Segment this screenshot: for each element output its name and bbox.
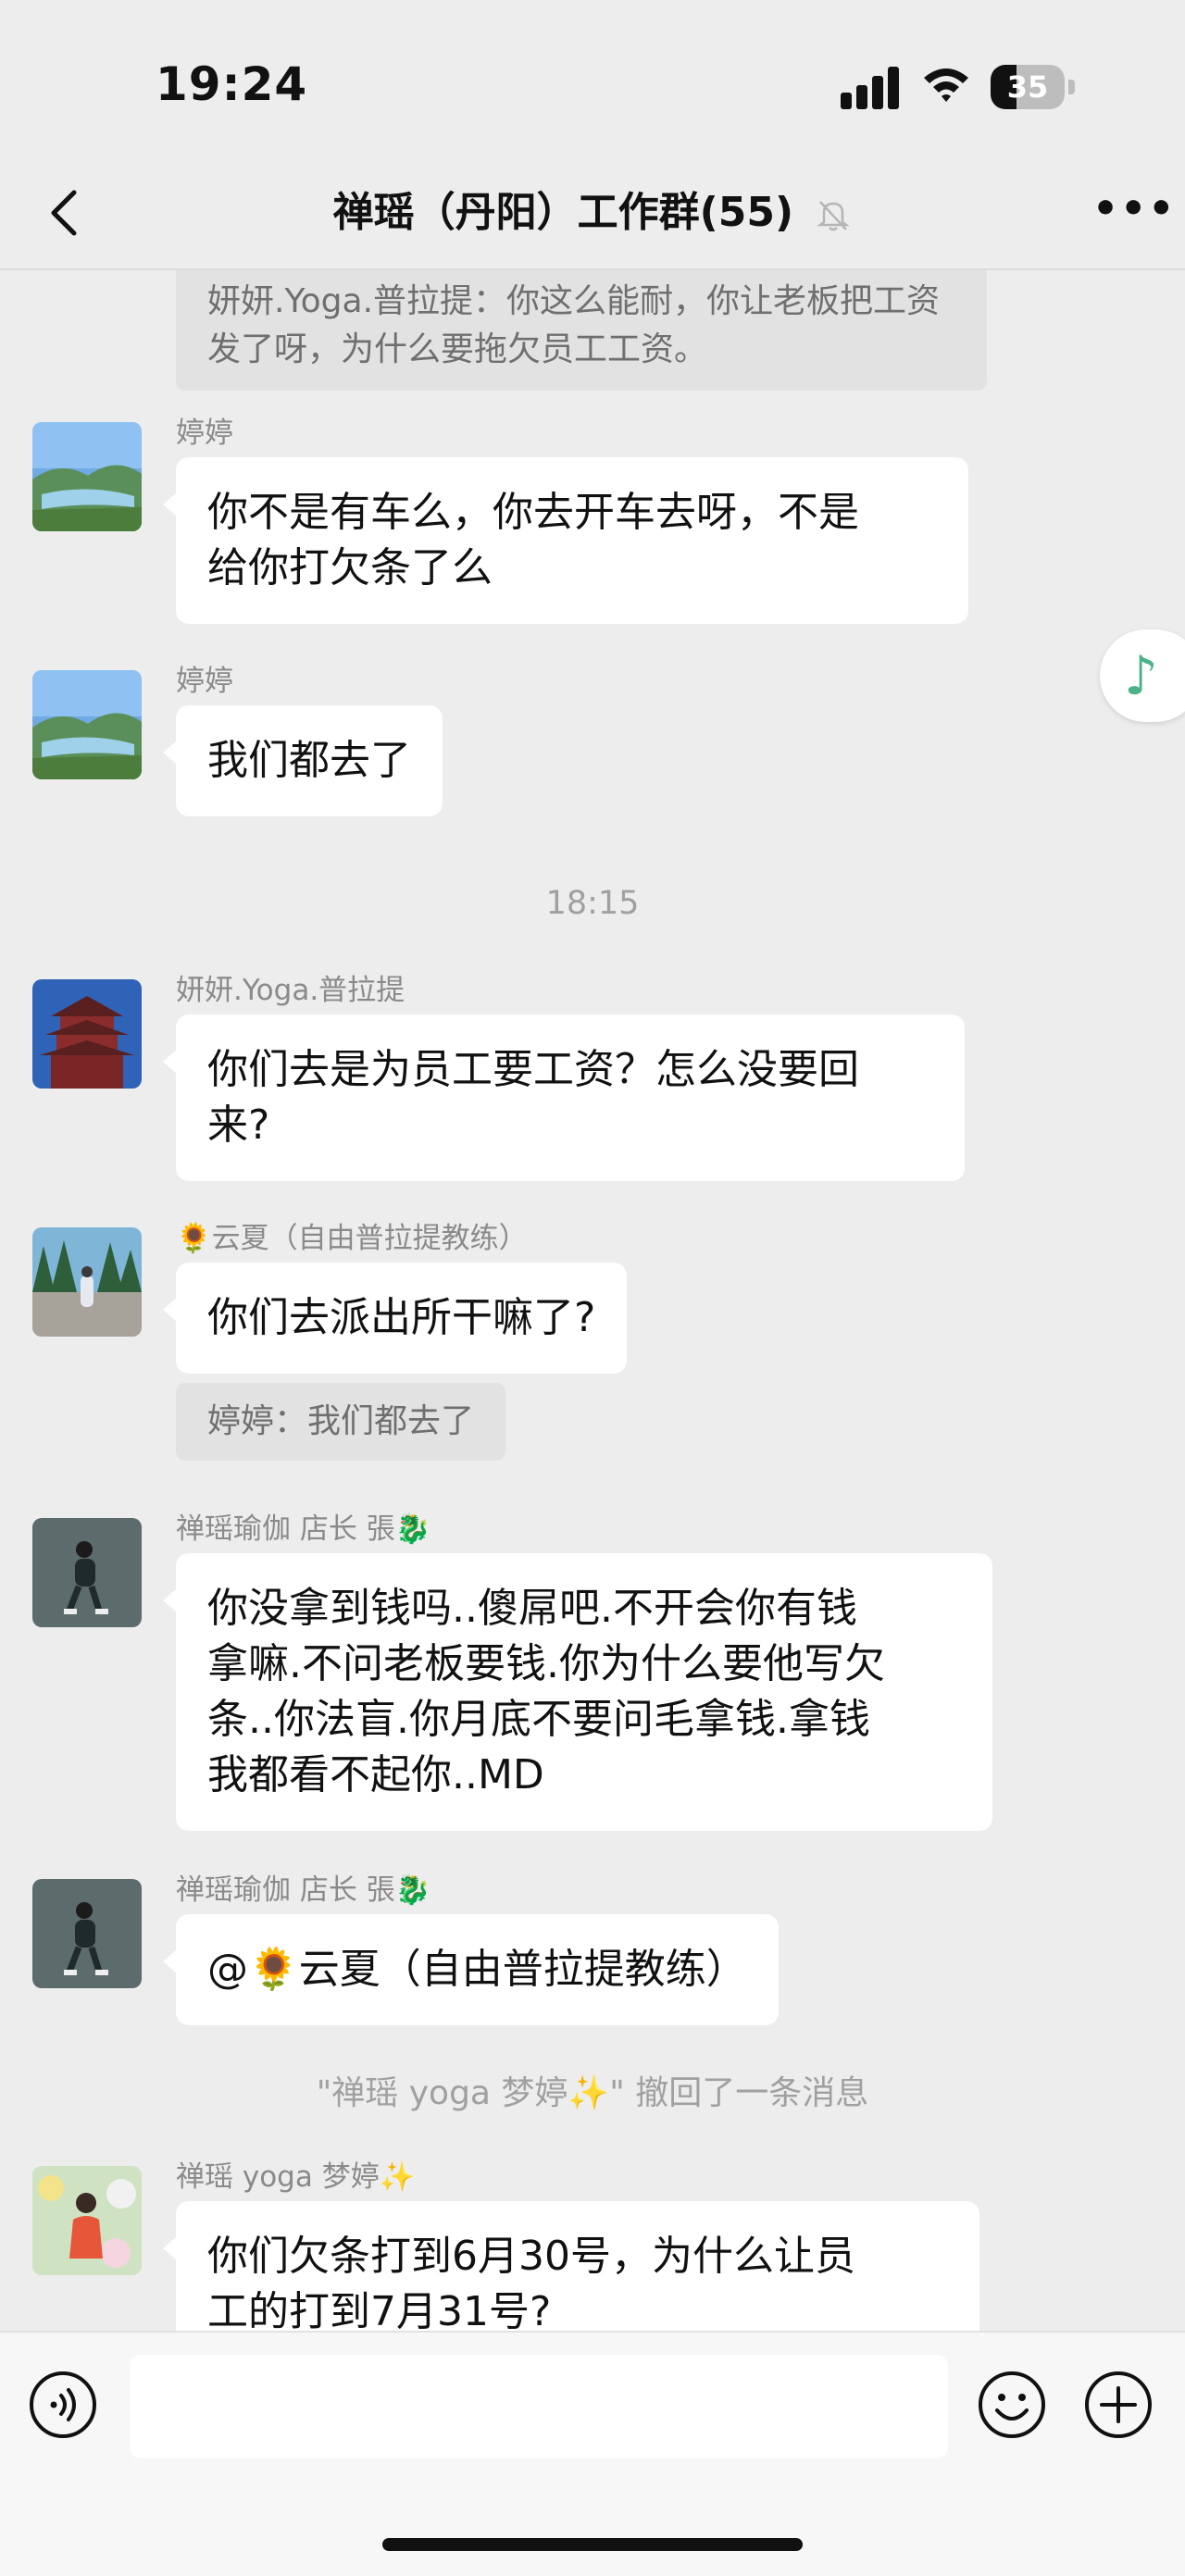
avatar-forest-image	[32, 1227, 142, 1337]
avatar-flowers-image	[32, 2166, 142, 2275]
quoted-message: 婷婷：我们都去了	[176, 1383, 506, 1461]
message-bubble[interactable]: 我们都去了	[163, 705, 443, 816]
avatar[interactable]	[32, 422, 142, 531]
cellular-signal-icon	[841, 67, 905, 109]
message-line: 我都看不起你..MD	[207, 1751, 544, 1798]
wifi-icon	[924, 68, 968, 102]
quote-text: 婷婷：我们都去了	[207, 1402, 475, 1440]
battery-percent: 35	[1006, 69, 1049, 105]
plus-icon[interactable]	[1083, 2370, 1154, 2440]
message-line: 我们都去了	[207, 737, 411, 784]
avatar[interactable]	[32, 1518, 142, 1627]
message-line: 工的打到7月31号?	[207, 2288, 552, 2331]
message-line: 你们去是为员工要工资？怎么没要回	[207, 1046, 859, 1093]
message-line: 来?	[207, 1101, 270, 1149]
chat-header: 禅瑶（丹阳）工作群(55) •••	[0, 157, 1185, 270]
input-bar	[0, 2331, 1185, 2576]
sender-name: 婷婷	[176, 417, 233, 450]
status-time: 19:24	[156, 57, 308, 111]
sender-name: 🌻云夏（自由普拉提教练）	[176, 1222, 528, 1255]
emoji-icon[interactable]	[977, 2370, 1047, 2440]
avatar[interactable]	[32, 670, 142, 779]
avatar-figure-image	[32, 1518, 142, 1627]
message-line: 你没拿到钱吗..傻屌吧.不开会你有钱	[207, 1585, 857, 1632]
message-bubble[interactable]: @🌻云夏（自由普拉提教练）	[163, 1914, 779, 2025]
sender-name: 禅瑶 yoga 梦婷✨	[176, 2160, 416, 2194]
avatar[interactable]	[32, 979, 142, 1089]
avatar-figure-image	[32, 1879, 142, 1988]
battery-icon: 35	[991, 65, 1076, 109]
sender-name: 禅瑶瑜伽 店长 張🐉	[176, 1512, 431, 1546]
message-input[interactable]	[130, 2355, 948, 2458]
avatar-lake-image	[32, 422, 142, 531]
sender-name: 妍妍.Yoga.普拉提	[176, 974, 405, 1007]
timestamp: 18:15	[545, 885, 640, 922]
sender-name: 禅瑶瑜伽 店长 張🐉	[176, 1873, 431, 1907]
home-indicator	[382, 2538, 803, 2551]
message-line: 你们去派出所干嘛了?	[207, 1294, 596, 1341]
avatar[interactable]	[32, 1879, 142, 1988]
message-bubble[interactable]: 你没拿到钱吗..傻屌吧.不开会你有钱 拿嘛.不问老板要钱.你为什么要他写欠 条.…	[163, 1553, 992, 1831]
avatar-pagoda-image	[32, 979, 142, 1089]
message-bubble[interactable]: 你们去是为员工要工资？怎么没要回 来?	[163, 1014, 965, 1181]
message-line: 给你打欠条了么	[207, 544, 493, 591]
bell-off-icon	[817, 201, 851, 231]
message-list[interactable]: 妍妍.Yoga.普拉提：你这么能耐，你让老板把工资发了呀，为什么要拖欠员工工资。…	[0, 270, 1185, 2331]
group-name: 禅瑶（丹阳）工作群(55)	[332, 189, 794, 236]
message-bubble[interactable]: 你们去派出所干嘛了?	[162, 1263, 628, 1374]
more-dots-icon[interactable]: •••	[1092, 189, 1174, 237]
sender-name: 婷婷	[176, 665, 233, 698]
recall-notice: "禅瑶 yoga 梦婷✨" 撤回了一条消息	[316, 2074, 869, 2112]
status-bar: 19:24 35	[0, 0, 1185, 157]
mention-text: @🌻云夏（自由普拉提教练）	[207, 1946, 747, 1993]
message-bubble[interactable]: 你们欠条打到6月30号，为什么让员 工的打到7月31号?	[163, 2201, 979, 2331]
message-line: 你不是有车么，你去开车去呀，不是	[207, 489, 859, 536]
quoted-message: 妍妍.Yoga.普拉提：你这么能耐，你让老板把工资发了呀，为什么要拖欠员工工资。	[176, 270, 987, 391]
message-line: 条..你法盲.你月底不要问毛拿钱.拿钱	[207, 1696, 870, 1743]
voice-icon[interactable]	[28, 2370, 98, 2440]
avatar[interactable]	[32, 1227, 142, 1337]
message-bubble[interactable]: 你不是有车么，你去开车去呀，不是 给你打欠条了么	[163, 457, 968, 624]
chat-title: 禅瑶（丹阳）工作群(55)	[0, 185, 1185, 241]
avatar-lake-image	[32, 670, 142, 779]
message-line: 你们欠条打到6月30号，为什么让员	[207, 2233, 855, 2280]
quote-text: 妍妍.Yoga.普拉提：你这么能耐，你让老板把工资发了呀，为什么要拖欠员工工资。	[207, 282, 941, 368]
message-line: 拿嘛.不问老板要钱.你为什么要他写欠	[207, 1640, 885, 1687]
avatar[interactable]	[32, 2166, 142, 2275]
music-note-icon[interactable]: ♪	[1100, 629, 1185, 722]
